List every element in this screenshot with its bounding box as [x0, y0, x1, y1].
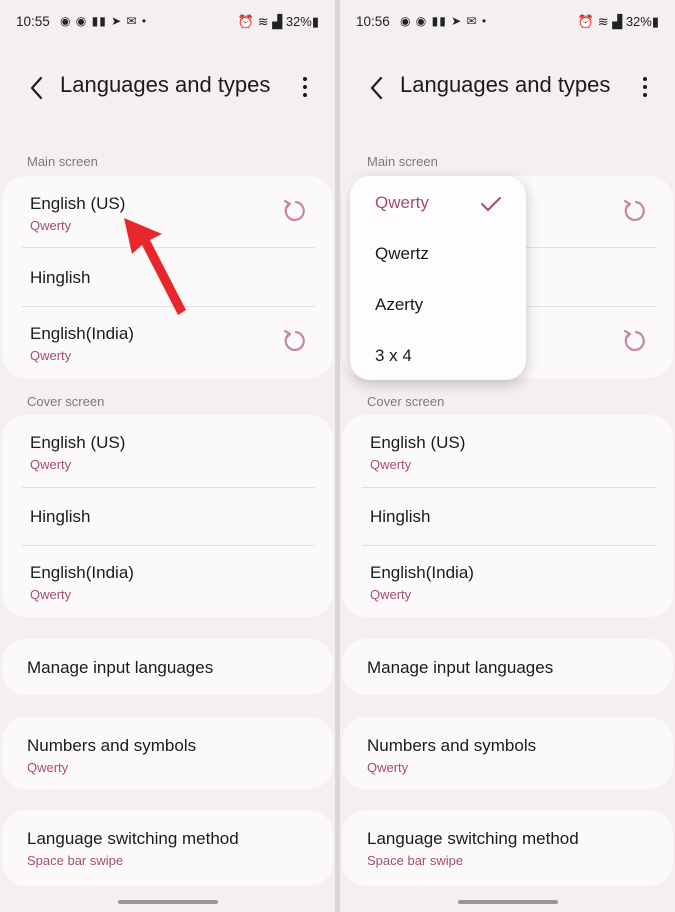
section-label-main-screen: Main screen — [367, 154, 438, 169]
left-screen: 10:55 ◉ ◉ ▮▮ ➤ ✉ • ⏰ ≋ ▟ 32%▮ Languages … — [0, 0, 335, 912]
language-switching-method-item[interactable]: Language switching method Space bar swip… — [2, 810, 333, 886]
item-subtitle: Qwerty — [367, 760, 409, 775]
item-title: English(India) — [30, 324, 134, 343]
more-options-icon[interactable] — [301, 76, 309, 98]
item-title: Numbers and symbols — [27, 736, 197, 755]
battery-level: 32% — [285, 14, 312, 29]
page-title: Languages and types — [400, 72, 611, 97]
item-row: Numbers and symbols Qwerty — [367, 736, 645, 775]
list-item-english-us[interactable]: English (US) Qwerty — [370, 433, 645, 472]
reset-icon[interactable] — [281, 328, 307, 354]
battery-level: 32% — [625, 14, 652, 29]
manage-input-languages-item[interactable]: Manage input languages — [2, 639, 333, 695]
section-label-main-screen: Main screen — [27, 154, 98, 169]
cover-screen-card: English (US) Qwerty Hinglish English(Ind… — [2, 415, 333, 617]
item-title: English (US) — [30, 194, 126, 213]
item-subtitle: Qwerty — [30, 457, 72, 472]
item-title: English (US) — [30, 433, 126, 452]
divider — [22, 545, 315, 546]
notification-icons: ◉ ◉ ▮▮ ➤ ✉ • — [400, 14, 488, 28]
item-subtitle: Qwerty — [30, 348, 72, 363]
item-title: Language switching method — [367, 829, 579, 848]
list-item-english-india[interactable]: English(India) Qwerty — [30, 324, 305, 363]
language-switching-method-item[interactable]: Language switching method Space bar swip… — [342, 810, 673, 886]
cover-screen-card: English (US) Qwerty Hinglish English(Ind… — [342, 415, 673, 617]
divider — [362, 487, 655, 488]
item-title: English(India) — [30, 563, 134, 582]
item-title: Language switching method — [27, 829, 239, 848]
page-title: Languages and types — [60, 72, 271, 97]
back-arrow-icon[interactable] — [26, 74, 52, 102]
item-subtitle: Qwerty — [30, 587, 72, 602]
item-subtitle: Qwerty — [370, 457, 412, 472]
checkmark-icon — [481, 197, 501, 211]
right-screen: 10:56 ◉ ◉ ▮▮ ➤ ✉ • ⏰ ≋ ▟ 32%▮ Languages … — [340, 0, 675, 912]
item-subtitle: Qwerty — [27, 760, 69, 775]
numbers-and-symbols-item[interactable]: Numbers and symbols Qwerty — [2, 717, 333, 789]
reset-icon[interactable] — [281, 198, 307, 224]
status-right: ⏰ ≋ ▟ 32%▮ — [238, 14, 319, 30]
item-title: Manage input languages — [367, 658, 554, 677]
item-row: Numbers and symbols Qwerty — [27, 736, 305, 775]
divider — [362, 545, 655, 546]
section-label-cover-screen: Cover screen — [367, 394, 445, 409]
item-row: Manage input languages — [27, 658, 305, 678]
item-title: Manage input languages — [27, 658, 214, 677]
item-title: English (US) — [370, 433, 466, 452]
item-row: Language switching method Space bar swip… — [27, 829, 305, 868]
item-row: Language switching method Space bar swip… — [367, 829, 645, 868]
status-right: ⏰ ≋ ▟ 32%▮ — [578, 14, 659, 30]
item-title: English(India) — [370, 563, 474, 582]
header: Languages and types — [0, 68, 335, 108]
status-bar: 10:55 ◉ ◉ ▮▮ ➤ ✉ • ⏰ ≋ ▟ 32%▮ — [16, 12, 319, 32]
more-options-icon[interactable] — [641, 76, 649, 98]
section-label-cover-screen: Cover screen — [27, 394, 105, 409]
item-title: Hinglish — [30, 507, 91, 526]
status-icons: ⏰ ≋ ▟ — [237, 14, 286, 29]
navigation-handle[interactable] — [458, 900, 558, 904]
item-row: Manage input languages — [367, 658, 645, 678]
reset-icon[interactable] — [621, 198, 647, 224]
battery-icon: ▮ — [311, 14, 319, 29]
dropdown-option-azerty[interactable]: Azerty — [375, 295, 423, 315]
header: Languages and types — [340, 68, 675, 108]
dropdown-option-3x4[interactable]: 3 x 4 — [375, 346, 412, 366]
dropdown-option-qwerty[interactable]: Qwerty — [375, 193, 429, 213]
battery-icon: ▮ — [651, 14, 659, 29]
dropdown-option-qwertz[interactable]: Qwertz — [375, 244, 429, 264]
item-title: Hinglish — [370, 507, 431, 526]
notification-icons: ◉ ◉ ▮▮ ➤ ✉ • — [60, 14, 148, 28]
numbers-and-symbols-item[interactable]: Numbers and symbols Qwerty — [342, 717, 673, 789]
item-subtitle: Space bar swipe — [367, 853, 464, 868]
status-time: 10:55 — [16, 14, 50, 29]
reset-icon[interactable] — [621, 328, 647, 354]
status-bar: 10:56 ◉ ◉ ▮▮ ➤ ✉ • ⏰ ≋ ▟ 32%▮ — [356, 12, 659, 32]
item-title: Numbers and symbols — [367, 736, 537, 755]
item-subtitle: Space bar swipe — [27, 853, 124, 868]
list-item-hinglish[interactable]: Hinglish — [30, 507, 305, 527]
layout-dropdown-menu: Qwerty Qwertz Azerty 3 x 4 — [350, 176, 526, 380]
list-item-hinglish[interactable]: Hinglish — [370, 507, 645, 527]
status-icons: ⏰ ≋ ▟ — [577, 14, 626, 29]
navigation-handle[interactable] — [118, 900, 218, 904]
manage-input-languages-item[interactable]: Manage input languages — [342, 639, 673, 695]
list-item-english-india[interactable]: English(India) Qwerty — [30, 563, 305, 602]
pointer-arrow-icon — [124, 218, 186, 315]
divider — [22, 487, 315, 488]
list-item-english-india[interactable]: English(India) Qwerty — [370, 563, 645, 602]
status-time: 10:56 — [356, 14, 390, 29]
back-arrow-icon[interactable] — [366, 74, 392, 102]
list-item-english-us[interactable]: English (US) Qwerty — [30, 433, 305, 472]
item-subtitle: Qwerty — [370, 587, 412, 602]
